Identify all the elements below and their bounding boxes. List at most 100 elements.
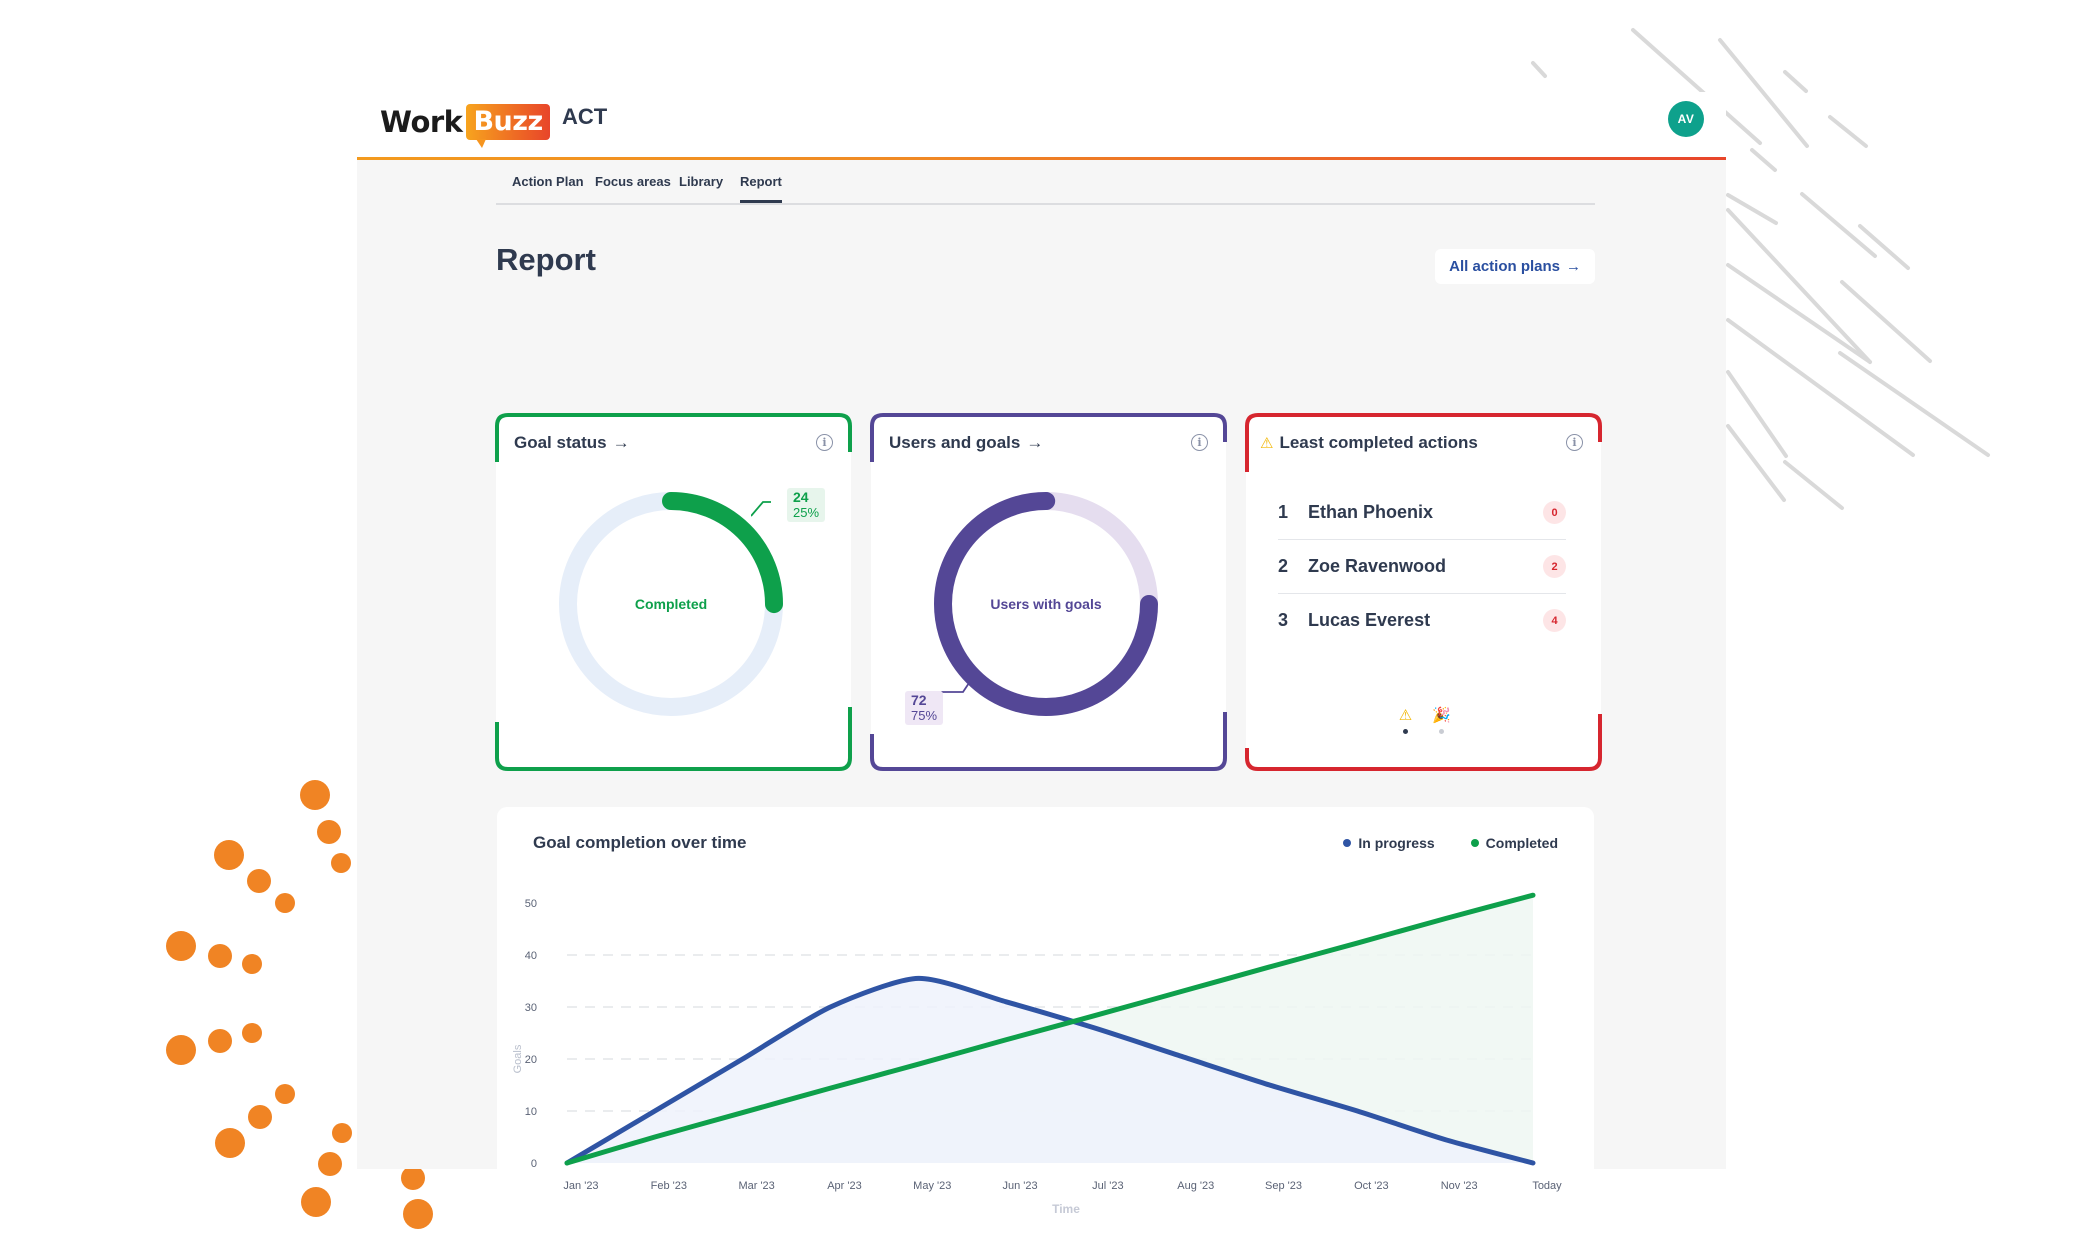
tab-report[interactable]: Report [740, 174, 782, 203]
orange-dot [401, 1166, 425, 1190]
warning-icon: ⚠ [1260, 435, 1274, 452]
x-tick-label: Apr '23 [827, 1180, 862, 1192]
user-name: Lucas Everest [1308, 610, 1431, 630]
goal-status-value: 24 [793, 489, 809, 505]
arrow-right-icon: → [612, 433, 630, 452]
count-badge: 2 [1543, 555, 1566, 578]
page-title: Report [496, 242, 596, 277]
orange-dot [275, 893, 295, 913]
info-icon[interactable]: i [1191, 434, 1208, 451]
orange-dot [403, 1199, 433, 1229]
user-avatar[interactable]: AV [1668, 101, 1704, 137]
users-goals-title-link[interactable]: Users and goals → [889, 433, 1043, 453]
tab-library[interactable]: Library [679, 174, 723, 200]
arrow-right-icon: → [1026, 433, 1044, 452]
rank: 3 [1278, 610, 1289, 630]
y-axis-label: Goals [512, 1044, 524, 1073]
orange-dot [332, 1123, 352, 1143]
orange-dot [331, 853, 351, 873]
all-action-plans-button[interactable]: All action plans → [1435, 249, 1595, 284]
goal-status-title: Goal status [514, 433, 607, 452]
y-tick-label: 30 [525, 1002, 537, 1014]
y-tick-label: 50 [525, 898, 537, 910]
diagonal-line [1838, 351, 1990, 457]
orange-dot [318, 1152, 342, 1176]
orange-dot [215, 1128, 245, 1158]
user-name: Zoe Ravenwood [1308, 556, 1447, 576]
y-tick-label: 0 [531, 1158, 537, 1170]
orange-dot [166, 931, 196, 961]
tab-action-plan[interactable]: Action Plan [512, 174, 584, 200]
users-goals-title: Users and goals [889, 433, 1021, 452]
rank: 2 [1278, 556, 1289, 576]
diagonal-line [1718, 38, 1809, 148]
orange-dot [242, 1023, 262, 1043]
info-icon[interactable]: i [816, 434, 833, 451]
least-completed-list: 1 Ethan Phoenix 0 2 Zoe Ravenwood 2 3 Lu… [1278, 486, 1566, 647]
least-completed-actions-card: ⚠ Least completed actions i 1 Ethan Phoe… [1245, 413, 1602, 771]
count-badge: 0 [1543, 501, 1566, 524]
x-tick-label: Jul '23 [1092, 1180, 1123, 1192]
orange-dot [242, 954, 262, 974]
orange-dot [166, 1035, 196, 1065]
workbuzz-logo[interactable]: Work Buzz [380, 100, 550, 148]
list-item[interactable]: 3 Lucas Everest 4 [1278, 594, 1566, 647]
x-tick-label: Oct '23 [1354, 1180, 1389, 1192]
info-icon[interactable]: i [1566, 434, 1583, 451]
count-badge: 4 [1543, 609, 1566, 632]
users-goals-percent: 75% [911, 708, 938, 723]
orange-dot [248, 1105, 272, 1129]
orange-dot [208, 1029, 232, 1053]
goal-status-title-link[interactable]: Goal status → [514, 433, 630, 453]
diagonal-line [1783, 70, 1808, 93]
goal-completion-chart: 0 10 20 30 40 50 Goals Jan '23 Feb '23 Mar '23 Apr… [512, 892, 1562, 1216]
warning-icon: ⚠ [1398, 707, 1413, 724]
diagonal-line [1531, 61, 1547, 78]
x-tick-label: Sep '23 [1265, 1180, 1302, 1192]
goal-completion-chart-card: Goal completion over time In progress Co… [497, 807, 1594, 1239]
diagonal-line [1726, 424, 1786, 502]
x-tick-label: Jan '23 [563, 1180, 598, 1192]
x-tick-label: Nov '23 [1441, 1180, 1478, 1192]
least-completed-title-text: Least completed actions [1279, 433, 1478, 452]
list-item[interactable]: 1 Ethan Phoenix 0 [1278, 486, 1566, 540]
orange-dot [247, 869, 271, 893]
nav-tabs: Action Plan Focus areas Library Report [496, 160, 1595, 205]
pager-item-warning[interactable]: ⚠ [1397, 706, 1415, 734]
x-axis-label: Time [1052, 1202, 1080, 1216]
x-tick-label: Jun '23 [1003, 1180, 1038, 1192]
app-name: ACT [562, 104, 608, 129]
logo-work-text: Work [380, 105, 463, 139]
party-popper-icon: 🎉 [1432, 707, 1451, 724]
diagonal-line [1840, 280, 1932, 363]
users-goals-card: Users and goals → i Users with goals 72 … [870, 413, 1227, 771]
orange-dot [214, 840, 244, 870]
orange-dot [275, 1084, 295, 1104]
diagonal-line [1726, 370, 1788, 458]
diagonal-line [1800, 192, 1877, 258]
x-tick-label: Today [1532, 1180, 1562, 1192]
x-tick-label: May '23 [913, 1180, 951, 1192]
x-tick-label: Mar '23 [738, 1180, 774, 1192]
y-tick-label: 20 [525, 1054, 537, 1066]
top-bar: Work Buzz ACT AV [357, 92, 1726, 157]
tab-focus-areas[interactable]: Focus areas [595, 174, 671, 200]
user-name: Ethan Phoenix [1308, 502, 1434, 522]
goal-status-card: Goal status → i Completed 24 25% [495, 413, 852, 771]
arrow-right-icon: → [1566, 258, 1581, 275]
orange-dot [317, 820, 341, 844]
pager-dot-active [1403, 729, 1408, 734]
orange-dot [208, 944, 232, 968]
pager-dot [1439, 729, 1444, 734]
least-completed-title: ⚠ Least completed actions [1260, 433, 1478, 453]
goal-status-percent: 25% [793, 505, 820, 520]
goal-status-center-label: Completed [634, 596, 708, 612]
pager-item-celebration[interactable]: 🎉 [1432, 706, 1451, 734]
users-goals-callout: 72 75% [905, 691, 944, 725]
x-tick-label: Feb '23 [651, 1180, 687, 1192]
logo-buzz-badge: Buzz [466, 104, 550, 148]
orange-dot [300, 780, 330, 810]
x-tick-label: Aug '23 [1177, 1180, 1214, 1192]
y-tick-label: 40 [525, 950, 537, 962]
list-item[interactable]: 2 Zoe Ravenwood 2 [1278, 540, 1566, 594]
